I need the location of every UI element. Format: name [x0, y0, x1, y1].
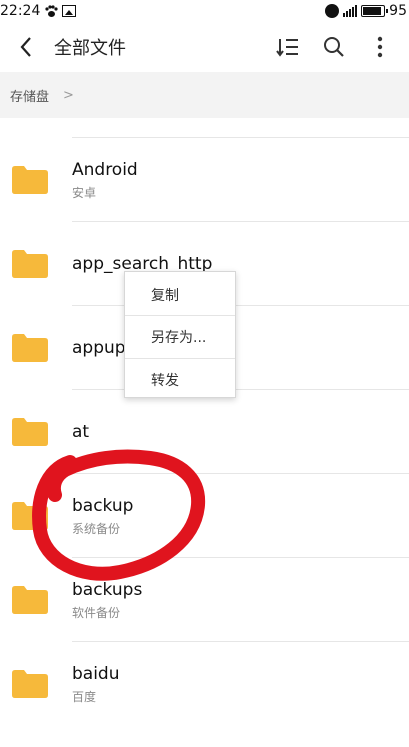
status-bar: 22:24 95: [0, 0, 409, 22]
list-item[interactable]: backups 软件备份: [0, 558, 409, 642]
folder-icon: [12, 670, 48, 698]
file-name: at: [72, 422, 90, 442]
more-options-button[interactable]: [357, 25, 403, 69]
more-icon: [377, 36, 383, 58]
folder-icon: [12, 166, 48, 194]
folder-icon: [12, 418, 48, 446]
file-subtitle: 系统备份: [72, 521, 121, 536]
file-subtitle: 软件备份: [72, 605, 121, 620]
menu-item-label: 转发: [151, 373, 179, 389]
alarm-icon: [325, 4, 340, 18]
folder-icon: [12, 586, 48, 614]
breadcrumb: 存储盘 >: [0, 72, 409, 118]
paw-icon: [45, 5, 58, 17]
folder-icon: [12, 502, 48, 530]
file-subtitle: 安卓: [72, 185, 97, 200]
search-icon: [324, 37, 344, 57]
file-name: backup: [72, 495, 134, 516]
list-item[interactable]: backup 系统备份: [0, 474, 409, 558]
file-name: Android: [72, 159, 138, 180]
menu-item-save-as[interactable]: 另存为...: [125, 316, 235, 358]
file-name: baidu: [72, 663, 120, 684]
page-title: 全部文件: [54, 38, 126, 59]
search-button[interactable]: [311, 25, 357, 69]
list-spacer: [0, 118, 409, 138]
battery-level: 95: [389, 3, 407, 19]
folder-icon: [12, 334, 48, 362]
menu-item-copy[interactable]: 复制: [125, 274, 235, 316]
list-item[interactable]: at: [0, 390, 409, 474]
sort-icon: [276, 39, 298, 57]
list-item[interactable]: baidu 百度: [0, 642, 409, 726]
top-app-bar: 全部文件: [0, 22, 409, 72]
status-time: 22:24: [0, 3, 41, 19]
file-name: appup: [72, 338, 126, 358]
back-icon: [20, 37, 31, 57]
file-name: backups: [72, 579, 143, 600]
sort-button[interactable]: [265, 25, 311, 69]
menu-item-forward[interactable]: 转发: [125, 359, 235, 401]
image-icon: [62, 5, 77, 17]
menu-item-label: 复制: [151, 288, 179, 304]
file-subtitle: 百度: [72, 689, 97, 704]
folder-icon: [12, 250, 48, 278]
context-menu: 复制 另存为... 转发: [124, 271, 236, 398]
battery-icon: [361, 5, 389, 17]
breadcrumb-separator: >: [63, 87, 74, 103]
back-button[interactable]: [4, 25, 48, 69]
menu-item-label: 另存为...: [151, 330, 207, 346]
list-item[interactable]: Android 安卓: [0, 138, 409, 222]
signal-icon: [343, 5, 358, 17]
breadcrumb-root[interactable]: 存储盘: [0, 86, 49, 105]
